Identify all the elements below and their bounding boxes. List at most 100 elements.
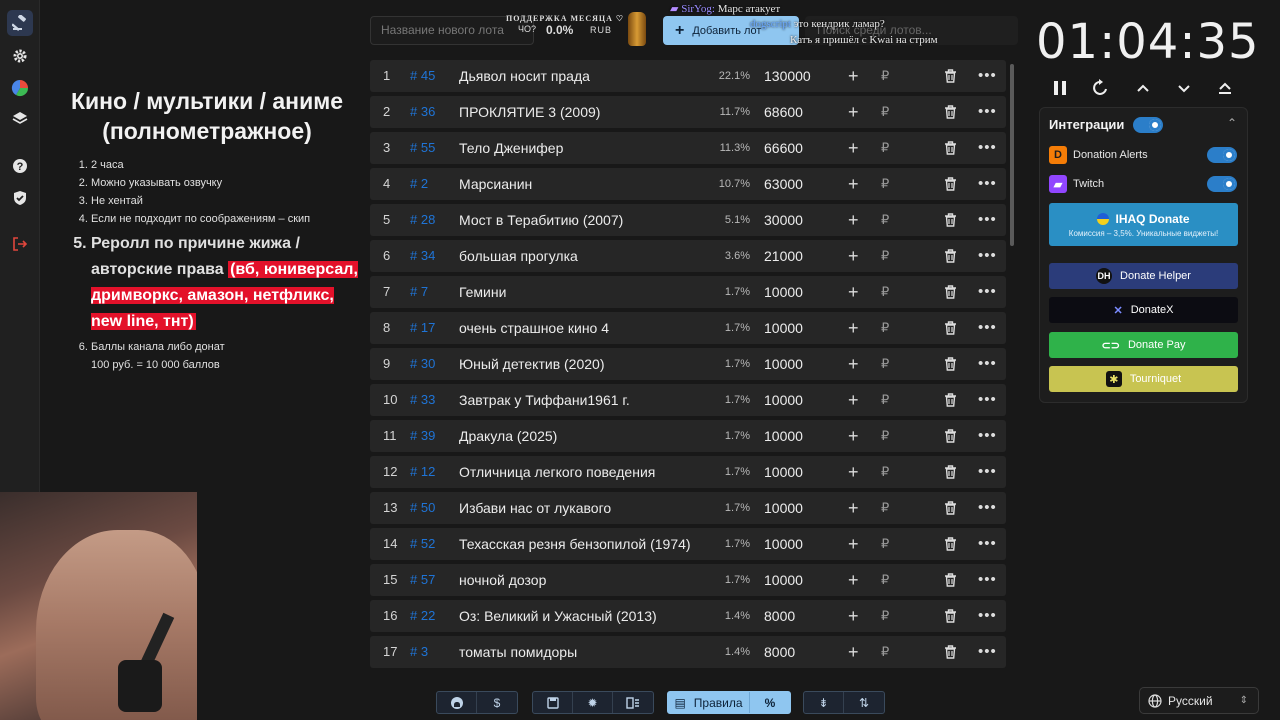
add-amount-icon[interactable]: +: [848, 384, 859, 416]
more-options-icon[interactable]: •••: [978, 456, 997, 488]
add-amount-icon[interactable]: +: [848, 420, 859, 452]
lot-name[interactable]: Избави нас от лукавого: [459, 492, 611, 524]
lot-id[interactable]: # 45: [410, 60, 435, 92]
trash-icon[interactable]: [944, 357, 957, 371]
lot-amount[interactable]: 130000: [764, 60, 811, 92]
trash-icon[interactable]: [944, 285, 957, 299]
more-options-icon[interactable]: •••: [978, 528, 997, 560]
lot-row[interactable]: 13 # 50 Избави нас от лукавого 1.7% 10000 ₽ + •…: [370, 492, 1006, 524]
more-options-icon[interactable]: •••: [978, 312, 997, 344]
trash-icon[interactable]: [944, 501, 957, 515]
lot-amount[interactable]: 10000: [764, 312, 803, 344]
trash-icon[interactable]: [944, 141, 957, 155]
lot-id[interactable]: # 12: [410, 456, 435, 488]
integrations-toggle[interactable]: [1133, 117, 1163, 133]
more-options-icon[interactable]: •••: [978, 564, 997, 596]
github-icon[interactable]: [437, 692, 477, 713]
lot-row[interactable]: 7 # 7 Гемини 1.7% 10000 ₽ + •••: [370, 276, 1006, 308]
ruble-icon[interactable]: ₽: [881, 492, 889, 524]
ruble-icon[interactable]: ₽: [881, 204, 889, 236]
ruble-icon[interactable]: ₽: [881, 600, 889, 632]
lot-row[interactable]: 17 # 3 томаты помидоры 1.4% 8000 ₽ + •••: [370, 636, 1006, 668]
more-options-icon[interactable]: •••: [978, 132, 997, 164]
lot-name[interactable]: большая прогулка: [459, 240, 578, 272]
donate-helper-button[interactable]: DH Donate Helper: [1049, 263, 1238, 289]
gavel-icon[interactable]: [7, 10, 33, 36]
sort-icon[interactable]: ⇅: [844, 692, 884, 713]
dollar-icon[interactable]: $: [477, 692, 517, 713]
lot-name[interactable]: Отличница легкого поведения: [459, 456, 655, 488]
lot-row[interactable]: 14 # 52 Техасская резня бензопилой (1974) 1…: [370, 528, 1006, 560]
lot-id[interactable]: # 36: [410, 96, 435, 128]
lot-amount[interactable]: 10000: [764, 348, 803, 380]
add-amount-icon[interactable]: +: [848, 240, 859, 272]
ruble-icon[interactable]: ₽: [881, 60, 889, 92]
add-amount-icon[interactable]: +: [848, 456, 859, 488]
add-amount-icon[interactable]: +: [848, 132, 859, 164]
trash-icon[interactable]: [944, 69, 957, 83]
trash-icon[interactable]: [944, 573, 957, 587]
lot-name[interactable]: Техасская резня бензопилой (1974): [459, 528, 691, 560]
trash-icon[interactable]: [944, 321, 957, 335]
ruble-icon[interactable]: ₽: [881, 312, 889, 344]
chevron-down-icon[interactable]: [1174, 78, 1194, 98]
add-amount-icon[interactable]: +: [848, 60, 859, 92]
add-amount-icon[interactable]: +: [848, 492, 859, 524]
trash-icon[interactable]: [944, 177, 957, 191]
donatex-button[interactable]: ✕ DonateX: [1049, 297, 1238, 323]
lot-amount[interactable]: 10000: [764, 528, 803, 560]
trash-icon[interactable]: [944, 213, 957, 227]
double-chevron-up-icon[interactable]: [1215, 78, 1235, 98]
lot-row[interactable]: 9 # 30 Юный детектив (2020) 1.7% 10000 ₽ + •••: [370, 348, 1006, 380]
ruble-icon[interactable]: ₽: [881, 348, 889, 380]
lot-amount[interactable]: 10000: [764, 420, 803, 452]
percent-button[interactable]: %: [750, 692, 790, 713]
lot-row[interactable]: 15 # 57 ночной дозор 1.7% 10000 ₽ + •••: [370, 564, 1006, 596]
lot-row[interactable]: 10 # 33 Завтрак у Тиффани1961 г. 1.7% 10000 ₽…: [370, 384, 1006, 416]
lot-amount[interactable]: 63000: [764, 168, 803, 200]
trash-icon[interactable]: [944, 645, 957, 659]
logout-icon[interactable]: [7, 231, 33, 257]
donate-pay-button[interactable]: ⊂⊃ Donate Pay: [1049, 332, 1238, 358]
more-options-icon[interactable]: •••: [978, 204, 997, 236]
lot-amount[interactable]: 10000: [764, 276, 803, 308]
ruble-icon[interactable]: ₽: [881, 168, 889, 200]
lot-row[interactable]: 4 # 2 Марсианин 10.7% 63000 ₽ + •••: [370, 168, 1006, 200]
ruble-icon[interactable]: ₽: [881, 564, 889, 596]
chevron-up-icon[interactable]: [1133, 78, 1153, 98]
tourniquet-button[interactable]: ✱ Tourniquet: [1049, 366, 1238, 392]
lot-id[interactable]: # 33: [410, 384, 435, 416]
layers-icon[interactable]: [7, 106, 33, 132]
lot-id[interactable]: # 30: [410, 348, 435, 380]
lot-name[interactable]: Дракула (2025): [459, 420, 557, 452]
trash-icon[interactable]: [944, 537, 957, 551]
gear-icon[interactable]: [7, 43, 33, 69]
lot-row[interactable]: 1 # 45 Дьявол носит прада 22.1% 130000 ₽ + •••: [370, 60, 1006, 92]
rules-button[interactable]: ▤ Правила: [668, 692, 750, 713]
lot-name[interactable]: ночной дозор: [459, 564, 546, 596]
lot-id[interactable]: # 17: [410, 312, 435, 344]
lot-name[interactable]: Дьявол носит прада: [459, 60, 590, 92]
lot-row[interactable]: 11 # 39 Дракула (2025) 1.7% 10000 ₽ + •••: [370, 420, 1006, 452]
more-options-icon[interactable]: •••: [978, 276, 997, 308]
lot-id[interactable]: # 52: [410, 528, 435, 560]
trash-icon[interactable]: [944, 105, 957, 119]
lot-name[interactable]: Гемини: [459, 276, 506, 308]
lot-amount[interactable]: 30000: [764, 204, 803, 236]
trash-icon[interactable]: [944, 393, 957, 407]
add-amount-icon[interactable]: +: [848, 636, 859, 668]
more-options-icon[interactable]: •••: [978, 60, 997, 92]
more-options-icon[interactable]: •••: [978, 348, 997, 380]
lot-name[interactable]: Тело Дженифер: [459, 132, 563, 164]
ruble-icon[interactable]: ₽: [881, 384, 889, 416]
add-amount-icon[interactable]: +: [848, 204, 859, 236]
trash-icon[interactable]: [944, 429, 957, 443]
ruble-icon[interactable]: ₽: [881, 528, 889, 560]
add-amount-icon[interactable]: +: [848, 168, 859, 200]
ruble-icon[interactable]: ₽: [881, 132, 889, 164]
trash-icon[interactable]: [944, 465, 957, 479]
twitch-toggle[interactable]: [1207, 176, 1237, 192]
lot-row[interactable]: 3 # 55 Тело Дженифер 11.3% 66600 ₽ + •••: [370, 132, 1006, 164]
trash-icon[interactable]: [944, 249, 957, 263]
lot-row[interactable]: 5 # 28 Мост в Терабитию (2007) 5.1% 30000 ₽ + •…: [370, 204, 1006, 236]
